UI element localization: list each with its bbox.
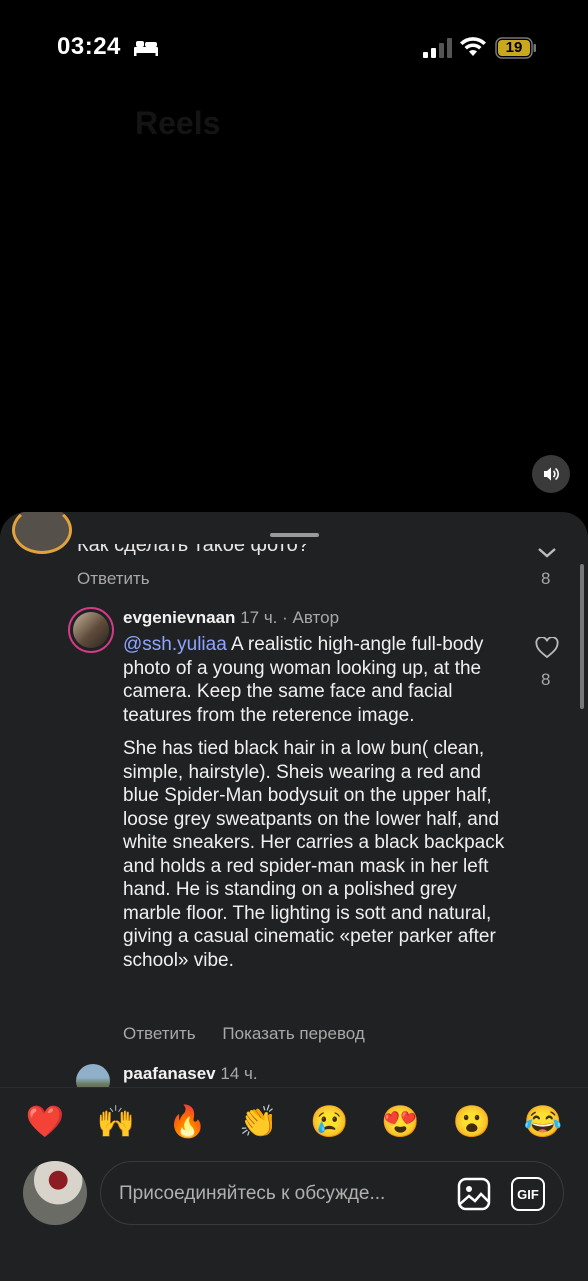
status-bar: 03:24 19 xyxy=(0,0,588,96)
comment-header: evgenievnaan 17 ч. · Автор xyxy=(123,608,339,628)
image-attach-icon[interactable] xyxy=(457,1177,491,1211)
reaction-surprised-emoji[interactable]: 😮 xyxy=(452,1102,492,1142)
speaker-icon xyxy=(544,467,559,481)
reaction-bar: ❤️ 🙌 🔥 👏 😢 😍 😮 😂 xyxy=(0,1102,588,1142)
comment-username[interactable]: evgenievnaan xyxy=(123,608,235,627)
comment-header: paafanasev 14 ч. xyxy=(123,1064,258,1084)
reply-button[interactable]: Ответить xyxy=(123,1024,196,1043)
reaction-laughing-emoji[interactable]: 😂 xyxy=(523,1102,563,1142)
avatar[interactable] xyxy=(12,512,72,554)
battery-level: 19 xyxy=(505,39,523,56)
battery-indicator: 19 xyxy=(495,37,537,59)
reaction-crying-emoji[interactable]: 😢 xyxy=(310,1102,350,1142)
comment-text: @ssh.yuliaa A realistic high-angle full-… xyxy=(123,633,513,982)
gif-button[interactable]: GIF xyxy=(511,1177,545,1211)
reply-button[interactable]: Ответить xyxy=(77,569,150,589)
comment-input-placeholder: Присоединяйтесь к обсужде... xyxy=(119,1183,386,1204)
wifi-icon xyxy=(460,37,486,56)
reaction-fire-emoji[interactable]: 🔥 xyxy=(167,1102,207,1142)
reaction-raised-hands-emoji[interactable]: 🙌 xyxy=(96,1102,136,1142)
sound-toggle-button[interactable] xyxy=(532,455,570,493)
chevron-down-icon[interactable] xyxy=(536,546,558,560)
reaction-heart-emoji[interactable]: ❤️ xyxy=(25,1102,65,1142)
like-count: 8 xyxy=(541,670,551,689)
comment-actions: Ответить Показать перевод xyxy=(123,1024,387,1044)
sheet-drag-handle[interactable] xyxy=(270,533,319,537)
show-translation-button[interactable]: Показать перевод xyxy=(222,1024,364,1043)
comment-text: Как сделать такое фото? xyxy=(77,534,309,556)
comment-time: 14 ч. xyxy=(220,1064,258,1083)
reels-title: Reels xyxy=(135,105,221,141)
status-time: 03:24 xyxy=(57,33,121,60)
comment-time: 17 ч. xyxy=(240,608,278,627)
comment-composer: ❤️ 🙌 🔥 👏 😢 😍 😮 😂 Присоединяйтесь к обсуж… xyxy=(0,1087,588,1281)
comment-username[interactable]: paafanasev xyxy=(123,1064,216,1083)
comment-input[interactable]: Присоединяйтесь к обсужде... GIF xyxy=(100,1161,564,1225)
cellular-signal-icon xyxy=(423,38,452,58)
reaction-heart-eyes-emoji[interactable]: 😍 xyxy=(381,1102,421,1142)
like-count: 8 xyxy=(541,569,551,588)
mention-link[interactable]: @ssh.yuliaa xyxy=(123,634,227,655)
my-avatar xyxy=(23,1161,87,1225)
comment-paragraph: She has tied black hair in a low bun( cl… xyxy=(123,738,505,971)
heart-icon[interactable] xyxy=(535,637,559,659)
scrollbar[interactable] xyxy=(580,564,584,709)
author-badge: · Автор xyxy=(282,608,340,627)
reaction-clapping-emoji[interactable]: 👏 xyxy=(238,1102,278,1142)
avatar[interactable] xyxy=(68,607,114,653)
sleep-focus-icon xyxy=(134,41,158,56)
